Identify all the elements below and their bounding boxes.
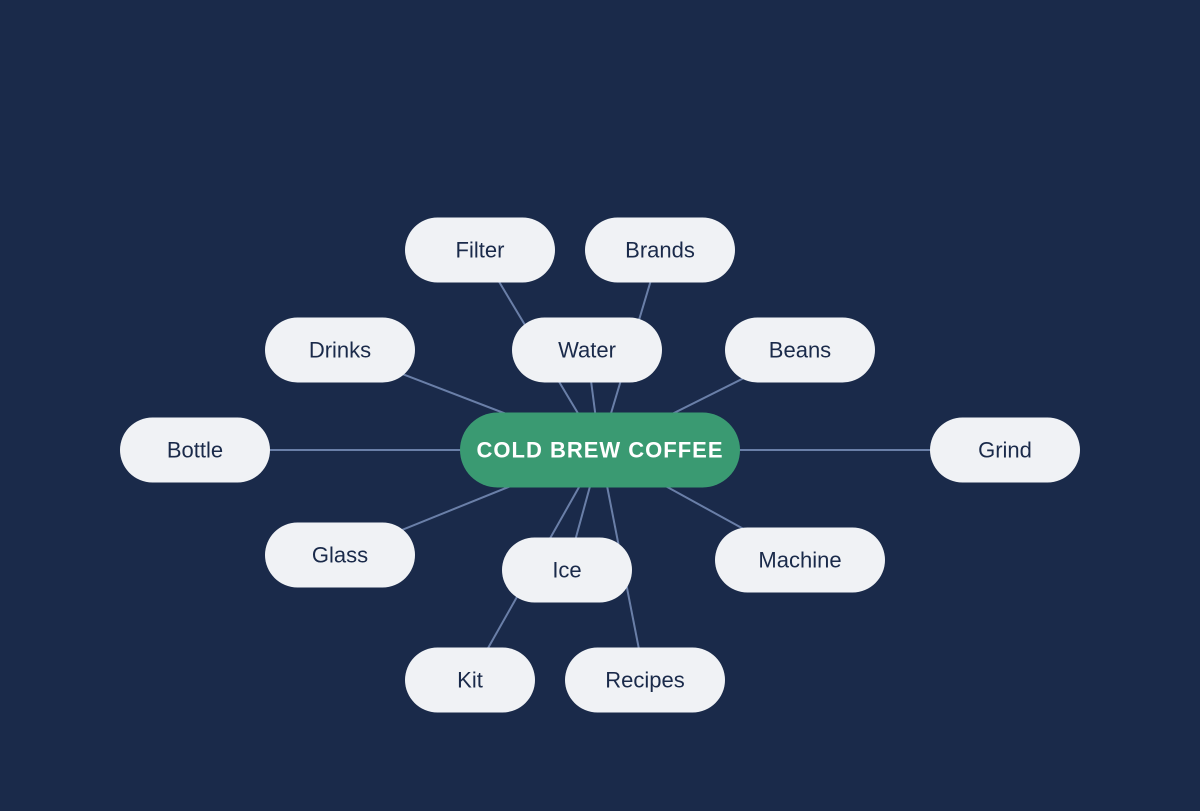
node-machine: Machine — [715, 528, 885, 593]
node-drinks: Drinks — [265, 318, 415, 383]
center-node: COLD BREW COFFEE — [460, 413, 740, 488]
node-water: Water — [512, 318, 662, 383]
node-ice: Ice — [502, 538, 632, 603]
node-kit: Kit — [405, 648, 535, 713]
node-beans: Beans — [725, 318, 875, 383]
diagram-container: COLD BREW COFFEE Filter Brands Drinks Water B… — [0, 120, 1200, 811]
node-bottle: Bottle — [120, 418, 270, 483]
node-brands: Brands — [585, 218, 735, 283]
node-glass: Glass — [265, 523, 415, 588]
node-recipes: Recipes — [565, 648, 725, 713]
node-grind: Grind — [930, 418, 1080, 483]
node-filter: Filter — [405, 218, 555, 283]
